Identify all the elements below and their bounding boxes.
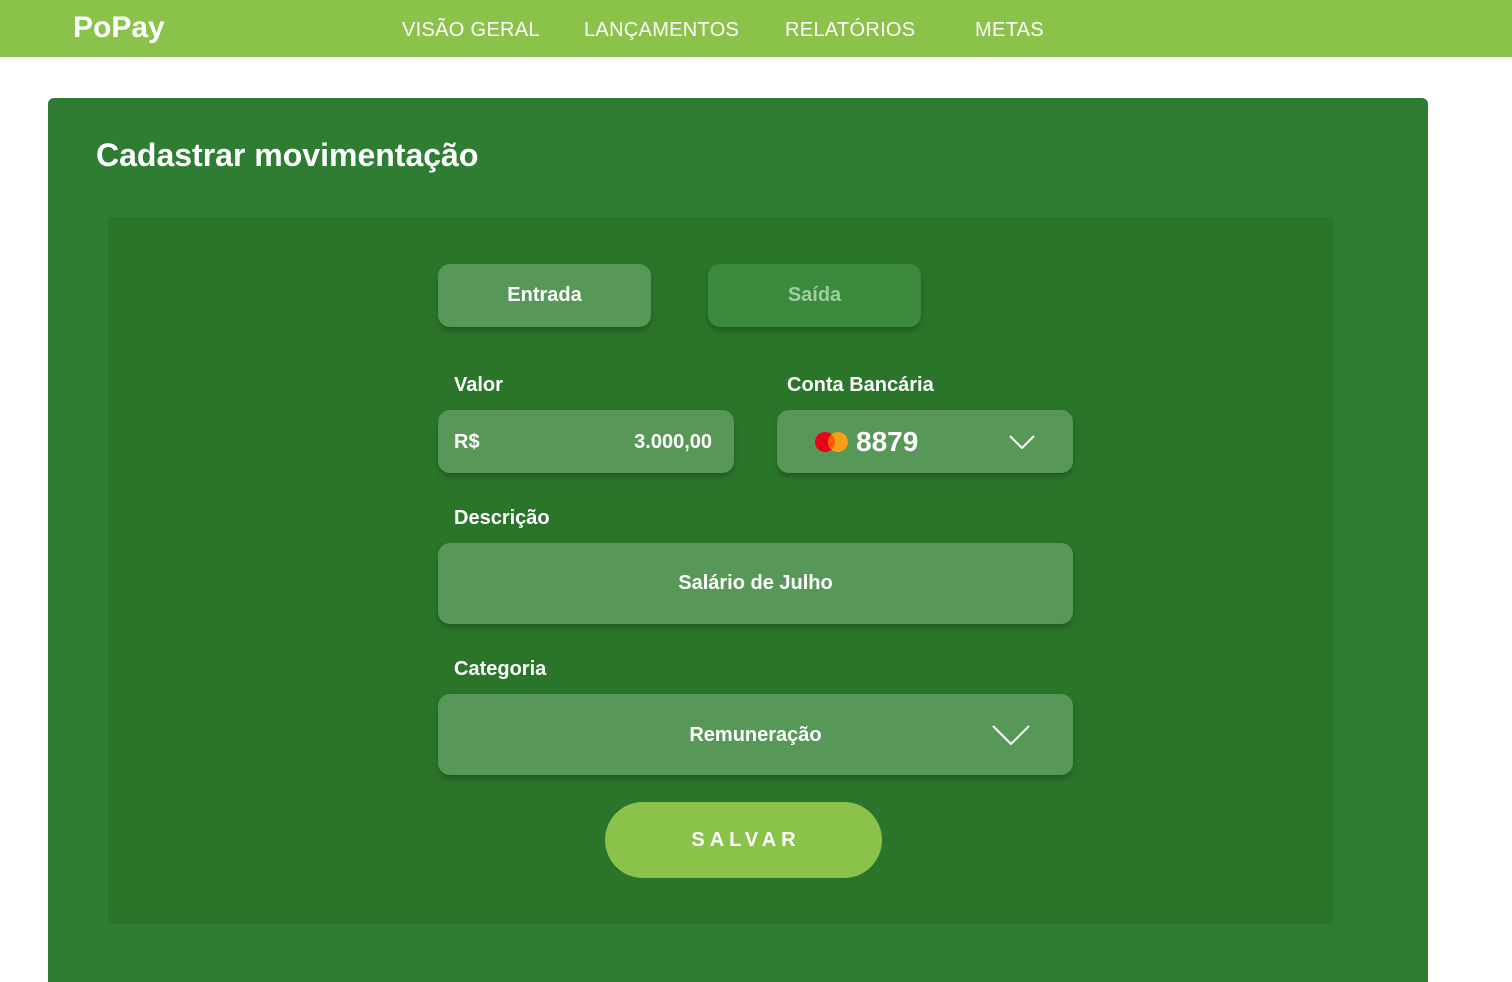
mastercard-icon [815, 432, 848, 452]
currency-symbol: R$ [454, 431, 480, 453]
valor-amount: 3.000,00 [634, 431, 712, 453]
chevron-down-icon [1009, 435, 1035, 449]
descricao-label: Descrição [454, 507, 550, 529]
nav-item-relatorios[interactable]: RELATÓRIOS [785, 18, 915, 42]
conta-bancaria-select[interactable]: 8879 [777, 410, 1073, 473]
entrada-toggle-button[interactable]: Entrada [438, 264, 651, 327]
categoria-value: Remuneração [689, 724, 822, 746]
descricao-value: Salário de Julho [678, 572, 833, 594]
valor-input[interactable]: R$ 3.000,00 [438, 410, 734, 473]
conta-bancaria-label: Conta Bancária [787, 374, 934, 396]
save-button[interactable]: SALVAR [605, 802, 882, 878]
categoria-select[interactable]: Remuneração [438, 694, 1073, 775]
app-logo[interactable]: PoPay [73, 11, 165, 45]
valor-label: Valor [454, 374, 503, 396]
nav-item-metas[interactable]: METAS [975, 18, 1044, 42]
account-number: 8879 [856, 426, 919, 457]
nav-item-lancamentos[interactable]: LANÇAMENTOS [584, 18, 739, 42]
saida-toggle-button[interactable]: Saída [708, 264, 921, 327]
nav-item-visao-geral[interactable]: VISÃO GERAL [402, 18, 540, 42]
top-navigation-bar: PoPay VISÃO GERAL LANÇAMENTOS RELATÓRIOS… [0, 0, 1512, 57]
page-title: Cadastrar movimentação [96, 137, 479, 173]
descricao-input[interactable]: Salário de Julho [438, 543, 1073, 624]
categoria-label: Categoria [454, 658, 547, 680]
chevron-down-icon [992, 725, 1030, 745]
